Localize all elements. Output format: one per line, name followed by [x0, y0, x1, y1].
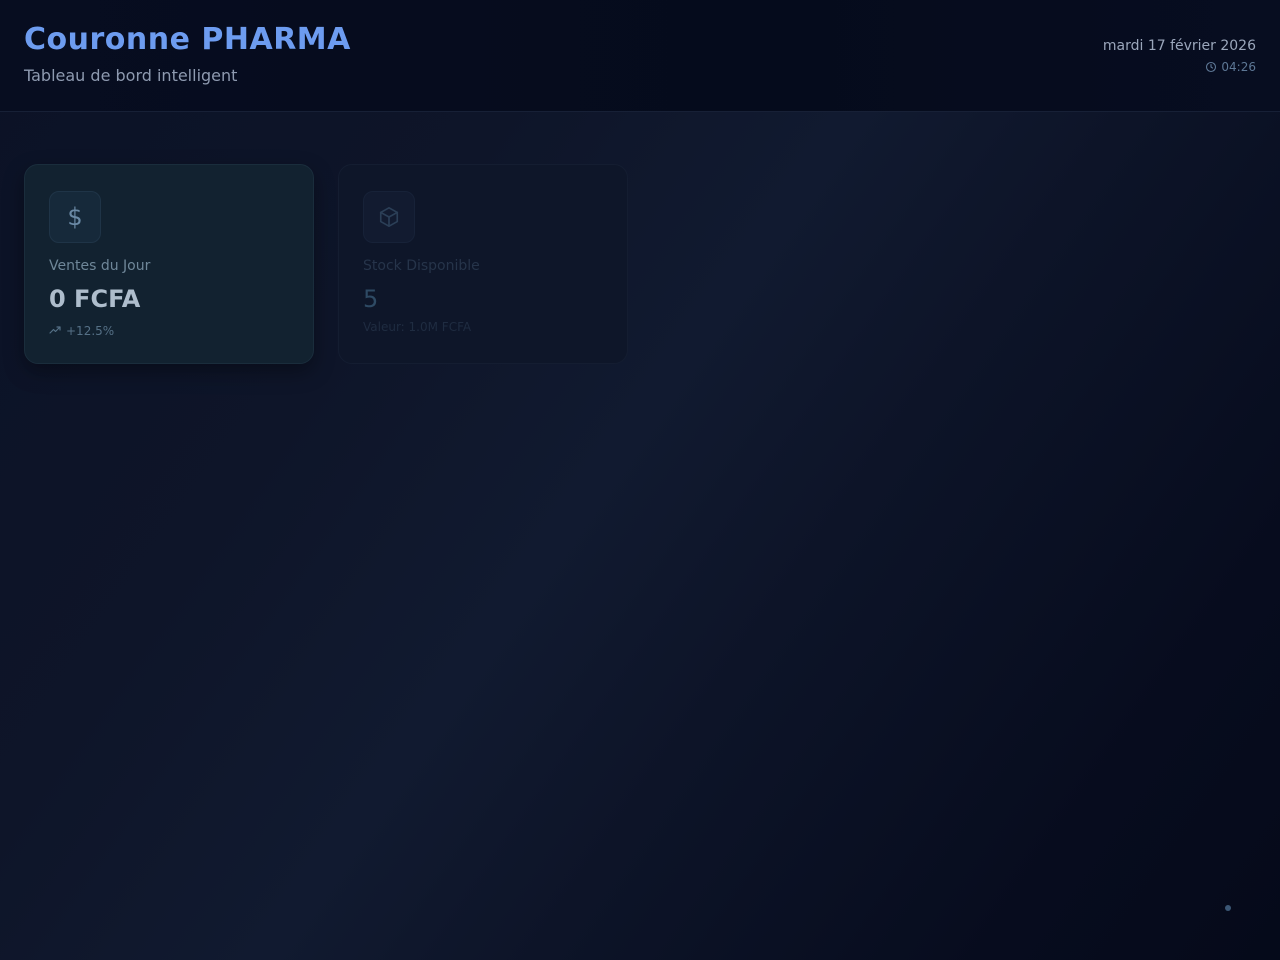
stock-valuation: Valeur: 1.0M FCFA	[363, 320, 472, 334]
dollar-icon: $	[49, 191, 101, 243]
box-icon	[363, 191, 415, 243]
sales-label: Ventes du Jour	[49, 258, 151, 274]
stock-label: Stock Disponible	[363, 258, 480, 274]
status-dot	[1225, 905, 1231, 911]
sales-value: 0 FCFA	[49, 285, 141, 313]
trending-up-icon	[49, 324, 61, 338]
stock-card[interactable]: Stock Disponible 5 Valeur: 1.0M FCFA	[338, 164, 628, 364]
current-time-row: 04:26	[1205, 60, 1256, 74]
app-title: Couronne PHARMA	[24, 22, 351, 57]
app-subtitle: Tableau de bord intelligent	[24, 66, 238, 85]
current-time: 04:26	[1221, 60, 1256, 74]
sales-card[interactable]: $ Ventes du Jour 0 FCFA +12.5%	[24, 164, 314, 364]
stock-value: 5	[363, 285, 379, 313]
sales-trend-value: +12.5%	[66, 324, 115, 338]
clock-icon	[1205, 61, 1217, 73]
sales-trend: +12.5%	[49, 324, 114, 338]
top-header: Couronne PHARMA Tableau de bord intellig…	[0, 0, 1280, 112]
current-date: mardi 17 février 2026	[1102, 38, 1256, 54]
